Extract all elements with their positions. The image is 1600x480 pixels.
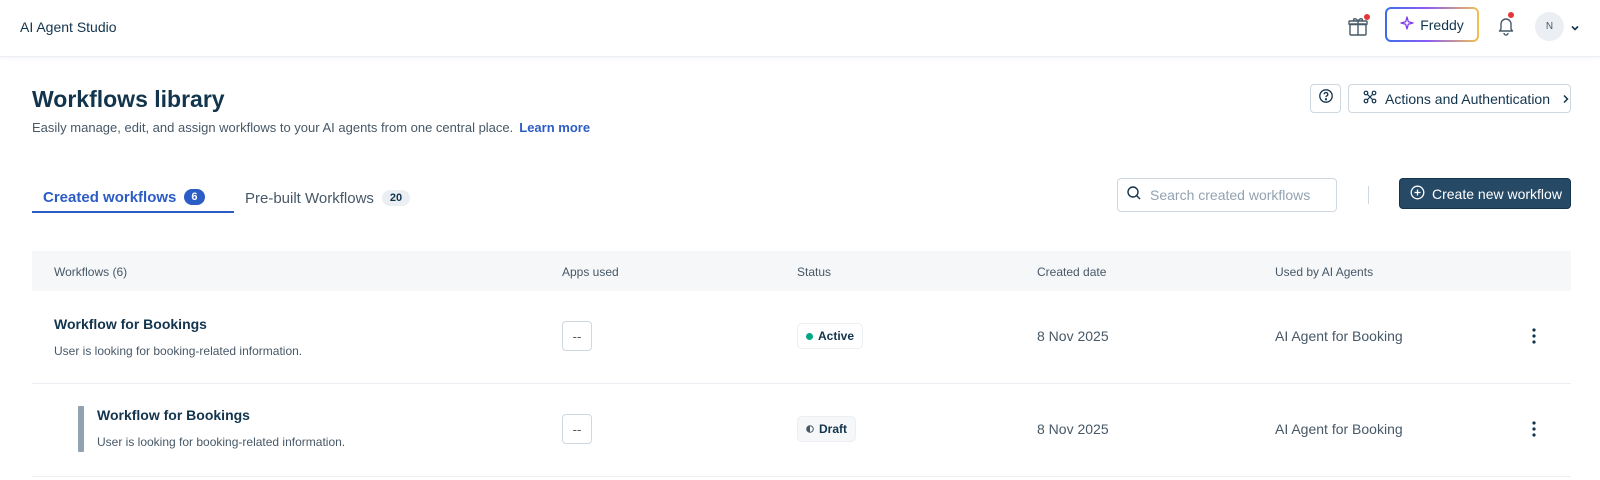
learn-more-link[interactable]: Learn more	[519, 120, 590, 135]
create-new-workflow-label: Create new workflow	[1432, 185, 1562, 202]
workflow-description: User is looking for booking-related info…	[54, 344, 303, 358]
tab-label: Pre-built Workflows	[245, 189, 374, 207]
bell-notification-dot	[1508, 12, 1514, 18]
status-badge: Active	[797, 323, 864, 349]
create-new-workflow-button[interactable]: Create new workflow	[1399, 178, 1571, 209]
freddy-button[interactable]: Freddy	[1385, 7, 1479, 42]
workflow-name[interactable]: Workflow for Bookings	[97, 407, 250, 423]
draft-status-icon	[806, 422, 814, 436]
plus-circle-icon	[1410, 185, 1425, 203]
workflow-name[interactable]: Workflow for Bookings	[54, 316, 207, 332]
column-header-used-by-agents: Used by AI Agents	[1275, 265, 1374, 279]
page-title: Workflows library	[32, 86, 225, 112]
chevron-right-icon	[1562, 91, 1570, 107]
more-options-icon[interactable]	[1525, 324, 1543, 348]
page-subtitle-text: Easily manage, edit, and assign workflow…	[32, 120, 514, 135]
page-subtitle: Easily manage, edit, and assign workflow…	[32, 120, 590, 135]
nested-indicator	[78, 406, 84, 452]
tab-count-badge: 6	[184, 189, 205, 205]
sparkle-icon	[1400, 16, 1414, 33]
created-date: 8 Nov 2025	[1037, 328, 1109, 344]
search-input[interactable]	[1150, 187, 1320, 203]
column-header-created-date: Created date	[1037, 265, 1107, 279]
used-by-agent: AI Agent for Booking	[1275, 328, 1403, 344]
column-header-workflows: Workflows (6)	[54, 265, 128, 279]
more-options-icon[interactable]	[1525, 417, 1543, 441]
integrations-icon	[1363, 90, 1377, 107]
gift-icon[interactable]	[1347, 14, 1370, 37]
bell-icon[interactable]	[1495, 12, 1517, 36]
created-date: 8 Nov 2025	[1037, 421, 1109, 437]
table-row[interactable]: Workflow for Bookings User is looking fo…	[32, 291, 1571, 384]
status-label: Draft	[819, 422, 848, 436]
workflow-description: User is looking for booking-related info…	[97, 435, 346, 449]
avatar[interactable]: N	[1535, 12, 1564, 41]
tab-created-workflows[interactable]: Created workflows 6	[32, 183, 234, 213]
tab-label: Created workflows	[43, 188, 177, 206]
column-header-apps-used: Apps used	[562, 265, 619, 279]
table-row[interactable]: Workflow for Bookings User is looking fo…	[32, 384, 1571, 477]
app-title: AI Agent Studio	[20, 19, 117, 35]
chevron-down-icon[interactable]	[1570, 20, 1580, 31]
help-icon	[1318, 88, 1334, 109]
help-button[interactable]	[1310, 84, 1341, 113]
actions-authentication-label: Actions and Authentication	[1385, 90, 1551, 107]
freddy-label: Freddy	[1420, 16, 1464, 33]
toolbar-divider	[1368, 186, 1369, 204]
actions-authentication-button[interactable]: Actions and Authentication	[1348, 84, 1571, 113]
used-by-agent: AI Agent for Booking	[1275, 421, 1403, 437]
apps-used-value: --	[562, 321, 592, 351]
search-box	[1117, 178, 1337, 212]
search-icon	[1126, 185, 1142, 206]
column-header-status: Status	[797, 265, 832, 279]
top-header: AI Agent Studio Freddy N	[0, 0, 1600, 57]
tab-prebuilt-workflows[interactable]: Pre-built Workflows 20	[245, 183, 411, 213]
status-label: Active	[818, 329, 855, 343]
apps-used-value: --	[562, 414, 592, 444]
status-badge: Draft	[797, 416, 857, 442]
table-header: Workflows (6) Apps used Status Created d…	[32, 251, 1571, 291]
gift-notification-dot	[1364, 14, 1370, 20]
tab-count-badge: 20	[381, 190, 411, 206]
active-status-dot	[806, 332, 813, 340]
